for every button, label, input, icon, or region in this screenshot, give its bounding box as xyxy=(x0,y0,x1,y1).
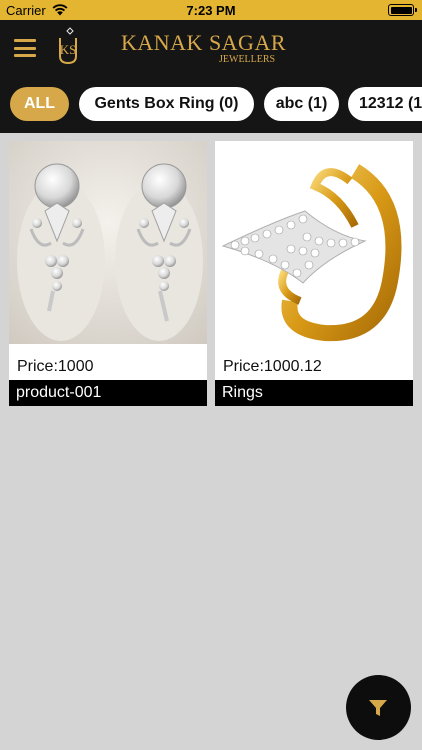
category-chip-gents-box-ring[interactable]: Gents Box Ring (0) xyxy=(79,87,254,121)
gold-diamond-ring-image xyxy=(215,141,413,344)
category-chip-abc[interactable]: abc (1) xyxy=(264,87,339,121)
status-time: 7:23 PM xyxy=(186,3,236,18)
brand-subtitle: JEWELLERS xyxy=(219,54,276,65)
status-bar: Carrier 7:23 PM xyxy=(0,0,422,20)
diamond-earrings-image xyxy=(9,141,207,344)
app-header: KS KANAK SAGAR JEWELLERS xyxy=(0,20,422,76)
product-card[interactable]: Price:1000 product-001 xyxy=(9,141,207,406)
product-name: Rings xyxy=(215,380,413,406)
product-name: product-001 xyxy=(9,380,207,406)
battery-icon xyxy=(388,4,417,16)
product-card[interactable]: Price:1000.12 Rings xyxy=(215,141,413,406)
ks-emblem-logo: KS xyxy=(59,27,77,65)
filter-icon xyxy=(369,700,387,716)
category-chip-12312[interactable]: 12312 (1 xyxy=(348,87,422,121)
product-price: Price:1000.12 xyxy=(223,358,322,375)
category-chip-all[interactable]: ALL xyxy=(10,87,69,121)
hamburger-menu-icon[interactable] xyxy=(14,39,36,57)
product-price: Price:1000 xyxy=(17,358,94,375)
brand-name: KANAK SAGAR xyxy=(121,30,287,55)
filter-button[interactable] xyxy=(346,675,411,740)
svg-text:KS: KS xyxy=(60,42,77,57)
category-filter-bar: ALL Gents Box Ring (0) abc (1) 12312 (1 xyxy=(0,76,422,133)
